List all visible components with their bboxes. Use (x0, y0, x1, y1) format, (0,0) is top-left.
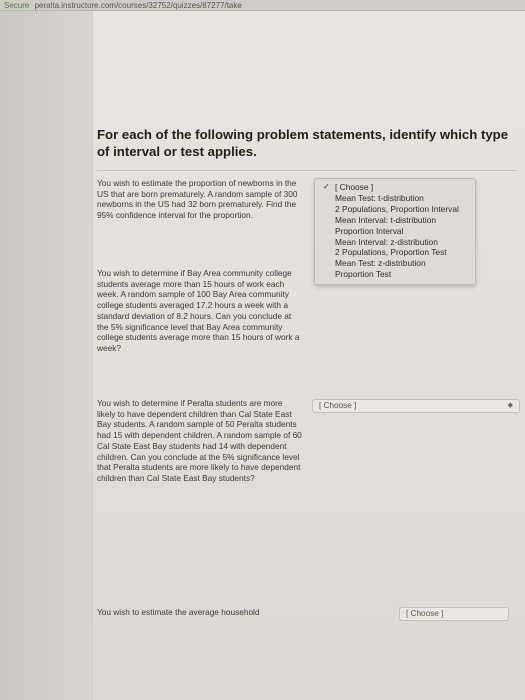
interval-type-dropdown-menu[interactable]: ✓ [ Choose ] Mean Test: t-distribution 2… (314, 178, 476, 286)
select-value: [ Choose ] (406, 609, 444, 618)
secure-label: Secure (4, 1, 30, 10)
check-icon: ✓ (323, 182, 330, 191)
answer-select-3[interactable]: [ Choose ] ◆ (312, 399, 520, 413)
problem-statement-4: You wish to estimate the average househo… (97, 607, 260, 617)
dropdown-option-mean-test-z[interactable]: Mean Test: z-distribution (315, 258, 475, 269)
problem-statement-1: You wish to estimate the proportion of n… (97, 178, 298, 221)
dropdown-option-label: [ Choose ] (335, 182, 374, 192)
dropdown-option-mean-test-t[interactable]: Mean Test: t-distribution (315, 193, 475, 204)
dropdown-option-proportion-test[interactable]: Proportion Test (315, 269, 475, 280)
problem-statement-2: You wish to determine if Bay Area commun… (97, 268, 300, 353)
url-text[interactable]: peralta.instructure.com/courses/32752/qu… (35, 1, 242, 10)
problem-statement-3: You wish to determine if Peralta student… (97, 398, 302, 483)
left-navigation-rail (0, 11, 93, 700)
dropdown-option-2pop-proportion-test[interactable]: 2 Populations, Proportion Test (315, 247, 475, 258)
divider (97, 170, 517, 171)
address-bar[interactable]: Secure peralta.instructure.com/courses/3… (0, 0, 525, 11)
question-heading: For each of the following problem statem… (97, 127, 509, 159)
dropdown-option-mean-interval-t[interactable]: Mean Interval: t-distribution (315, 215, 475, 226)
dropdown-option-mean-interval-z[interactable]: Mean Interval: z-distribution (315, 237, 475, 248)
dropdown-option-2pop-proportion-interval[interactable]: 2 Populations, Proportion Interval (315, 204, 475, 215)
dropdown-option-choose[interactable]: ✓ [ Choose ] (315, 182, 475, 193)
select-value: [ Choose ] (319, 401, 357, 410)
dropdown-option-proportion-interval[interactable]: Proportion Interval (315, 226, 475, 237)
select-arrows-icon: ◆ (507, 402, 513, 409)
answer-select-4[interactable]: [ Choose ] (399, 607, 509, 621)
